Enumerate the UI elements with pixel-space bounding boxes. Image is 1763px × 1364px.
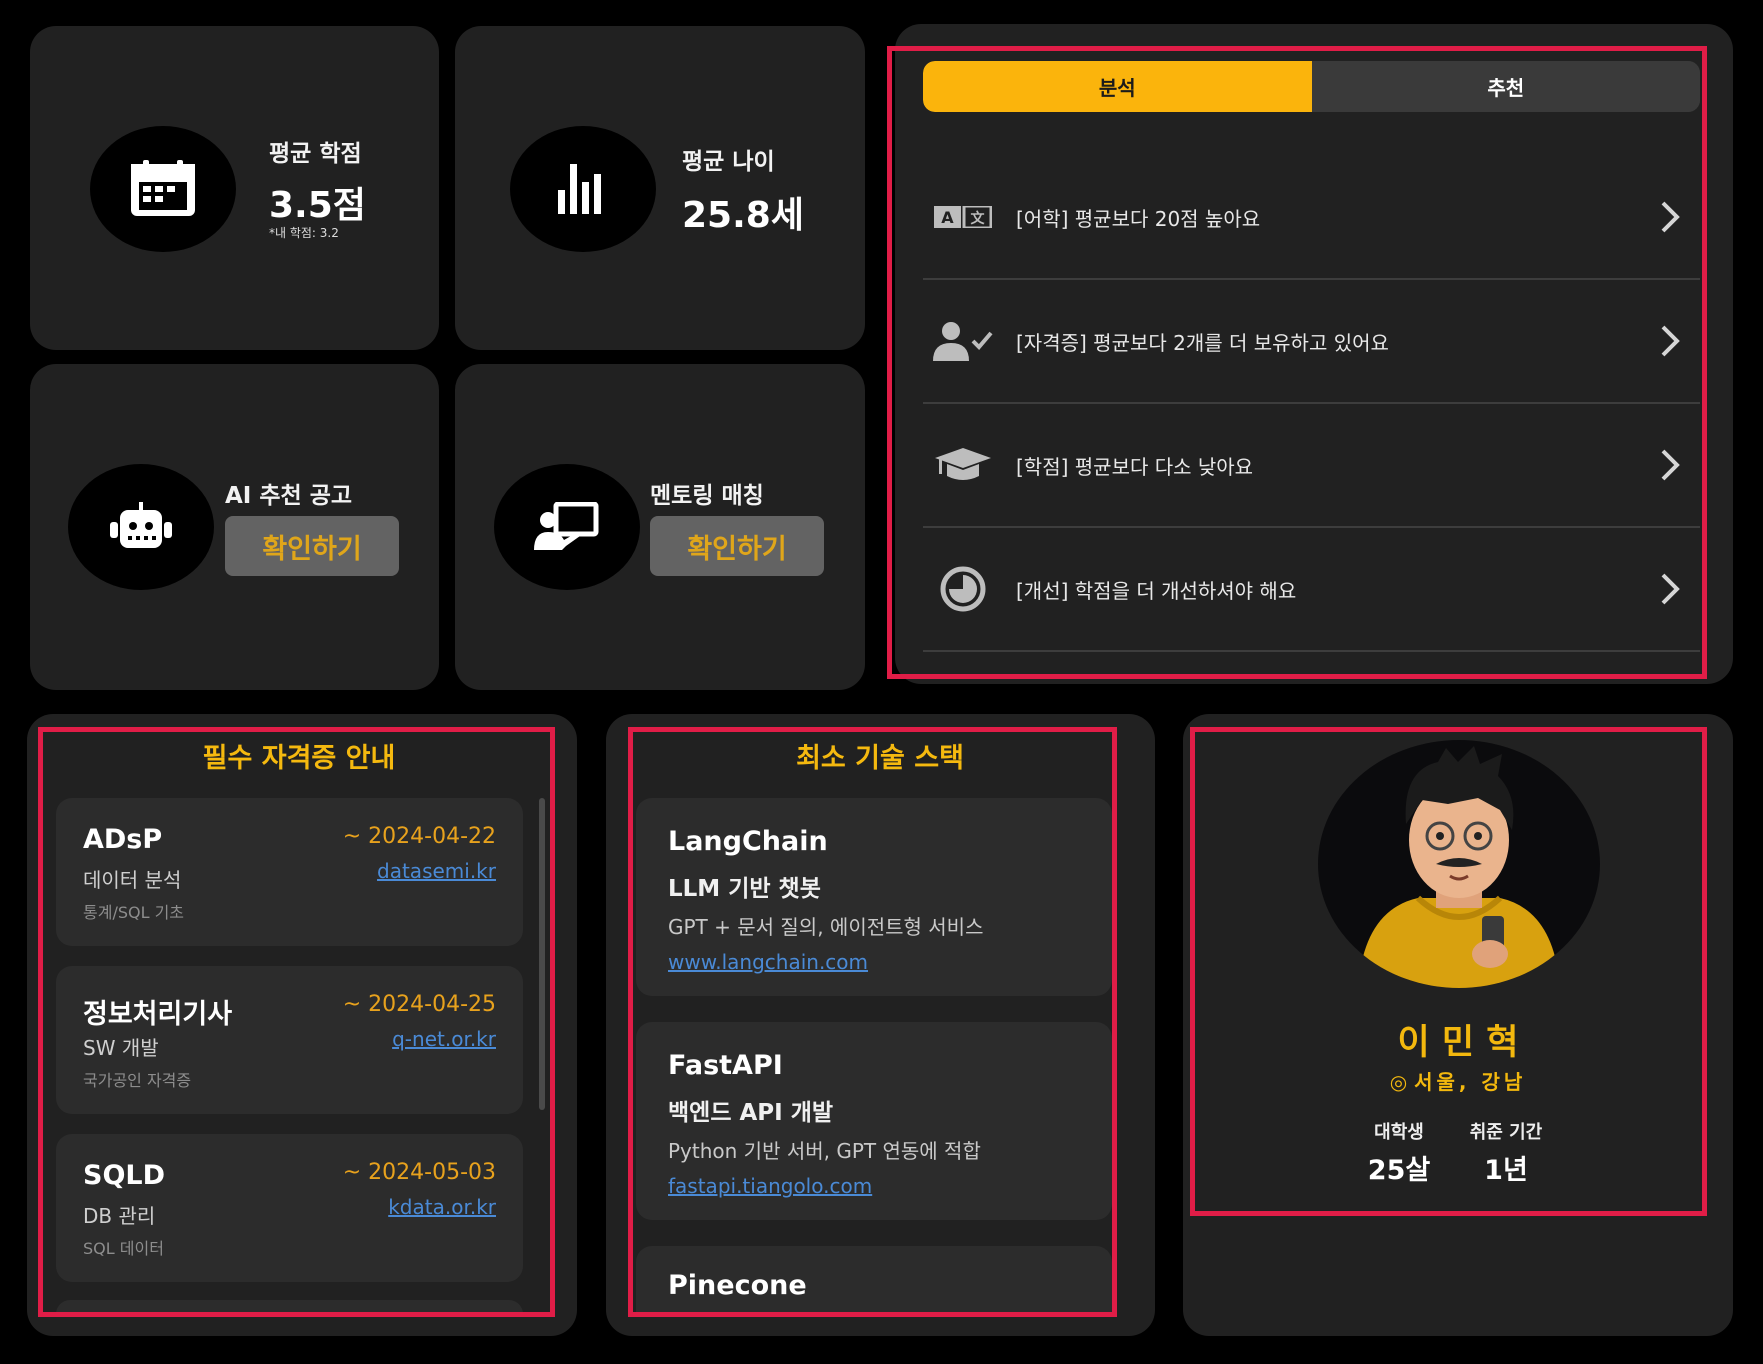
gpa-icon-circle xyxy=(90,126,236,252)
certificate-desc: 국가공인 자격증 xyxy=(83,1071,192,1090)
analysis-item-text: [개선] 학점을 더 개선하셔야 해요 xyxy=(1016,578,1297,603)
chevron-right-icon xyxy=(1661,201,1680,233)
avatar xyxy=(1318,740,1600,988)
profile-stat-jobhunt: 취준 기간 1년 xyxy=(1450,1118,1562,1187)
tech-stack-item[interactable]: FastAPI 백엔드 API 개발 Python 기반 서버, GPT 연동에… xyxy=(636,1022,1112,1220)
certificate-item-partial[interactable] xyxy=(56,1300,523,1314)
certificate-field: 데이터 분석 xyxy=(83,868,182,892)
tech-stack-subtitle: 백엔드 API 개발 xyxy=(668,1100,834,1126)
profile-stat-label: 대학생 xyxy=(1374,1122,1424,1143)
ai-jobs-card: AI 추천 공고 확인하기 xyxy=(30,364,439,690)
graduation-cap-icon xyxy=(935,448,991,480)
gpa-my-score: *내 학점: 3.2 xyxy=(269,226,339,240)
svg-text:文: 文 xyxy=(971,210,986,227)
robot-icon xyxy=(110,502,172,548)
certificate-link[interactable]: datasemi.kr xyxy=(377,859,496,883)
age-value: 25.8세 xyxy=(682,195,804,236)
gpa-title: 평균 학점 xyxy=(269,141,362,167)
language-icon: A 文 xyxy=(934,206,992,228)
ai-jobs-confirm-button[interactable]: 확인하기 xyxy=(225,516,399,576)
certificate-name: ADsP xyxy=(83,824,163,855)
certificate-item[interactable]: 정보처리기사 SW 개발 국가공인 자격증 ~ 2024-04-25 q-net… xyxy=(56,966,523,1114)
certificate-item[interactable]: ADsP 데이터 분석 통계/SQL 기초 ~ 2024-04-22 datas… xyxy=(56,798,523,946)
profile-stat-status: 대학생 25살 xyxy=(1348,1118,1450,1187)
bar-chart-icon xyxy=(558,164,601,214)
certificate-field: SW 개발 xyxy=(83,1036,159,1060)
gpa-value: 3.5점 xyxy=(269,185,366,226)
tech-stack-name: Pinecone xyxy=(668,1270,807,1301)
chevron-right-icon xyxy=(1661,325,1680,357)
certificate-desc: SQL 데이터 xyxy=(83,1239,164,1258)
mentoring-confirm-button[interactable]: 확인하기 xyxy=(650,516,824,576)
tech-stack-link[interactable]: www.langchain.com xyxy=(668,950,868,974)
tech-stack-item[interactable]: LangChain LLM 기반 챗봇 GPT + 문서 질의, 에이전트형 서… xyxy=(636,798,1112,996)
tab-analysis[interactable]: 분석 xyxy=(923,61,1312,112)
certificate-deadline: ~ 2024-04-25 xyxy=(342,992,496,1017)
age-title: 평균 나이 xyxy=(682,149,775,175)
tech-stack-desc: Python 기반 서버, GPT 연동에 적합 xyxy=(668,1139,981,1163)
tech-stack-title: 최소 기술 스택 xyxy=(796,743,964,774)
certificate-name: 정보처리기사 xyxy=(83,999,233,1030)
analysis-tabs: 분석 추천 xyxy=(923,61,1700,112)
certificates-scrollbar[interactable] xyxy=(539,798,545,1110)
profile-location-row: ◎ 서울, 강남 xyxy=(1190,1066,1726,1095)
certificate-item[interactable]: SQLD DB 관리 SQL 데이터 ~ 2024-05-03 kdata.or… xyxy=(56,1134,523,1282)
analysis-item-improvement[interactable]: [개선] 학점을 더 개선하셔야 해요 xyxy=(923,528,1700,652)
certificate-field: DB 관리 xyxy=(83,1204,156,1228)
location-pin-icon: ◎ xyxy=(1389,1070,1408,1094)
calendar-icon xyxy=(131,160,195,216)
tech-stack-desc: GPT + 문서 질의, 에이전트형 서비스 xyxy=(668,915,984,939)
analysis-item-language[interactable]: A 文 [어학] 평균보다 20점 높아요 xyxy=(923,156,1700,280)
profile-stat-value: 1년 xyxy=(1484,1155,1528,1186)
analysis-item-certificate[interactable]: [자격증] 평균보다 2개를 더 보유하고 있어요 xyxy=(923,280,1700,404)
tech-stack-name: FastAPI xyxy=(668,1050,783,1081)
certificates-title: 필수 자격증 안내 xyxy=(202,743,396,774)
tab-recommendation[interactable]: 추천 xyxy=(1311,61,1700,112)
svg-text:A: A xyxy=(941,208,954,227)
mentoring-card: 멘토링 매칭 확인하기 xyxy=(455,364,865,690)
age-icon-circle xyxy=(510,126,656,252)
profile-location: 서울, 강남 xyxy=(1414,1070,1527,1094)
analysis-item-text: [학점] 평균보다 다소 낮아요 xyxy=(1016,454,1254,479)
analysis-item-gpa[interactable]: [학점] 평균보다 다소 낮아요 xyxy=(923,404,1700,528)
profile-stat-label: 취준 기간 xyxy=(1469,1122,1543,1143)
certificate-link[interactable]: q-net.or.kr xyxy=(392,1027,496,1051)
profile-stat-value: 25살 xyxy=(1367,1155,1431,1186)
gpa-card: 평균 학점 3.5점 *내 학점: 3.2 xyxy=(30,26,439,350)
certificate-name: SQLD xyxy=(83,1160,166,1191)
chevron-right-icon xyxy=(1661,449,1680,481)
ai-jobs-title: AI 추천 공고 xyxy=(225,483,353,509)
ai-jobs-icon-circle xyxy=(68,464,214,590)
age-card: 평균 나이 25.8세 xyxy=(455,26,865,350)
tech-stack-subtitle: LLM 기반 챗봇 xyxy=(668,876,821,902)
tech-stack-link[interactable]: fastapi.tiangolo.com xyxy=(668,1174,872,1198)
pie-chart-icon xyxy=(940,566,986,612)
analysis-item-text: [자격증] 평균보다 2개를 더 보유하고 있어요 xyxy=(1016,330,1389,355)
analysis-item-text: [어학] 평균보다 20점 높아요 xyxy=(1016,206,1261,231)
chevron-right-icon xyxy=(1661,573,1680,605)
profile-name: 이 민 혁 xyxy=(1397,1023,1519,1063)
user-check-icon xyxy=(933,322,993,361)
certificate-deadline: ~ 2024-05-03 xyxy=(342,1160,496,1185)
certificate-link[interactable]: kdata.or.kr xyxy=(388,1195,496,1219)
mentoring-title: 멘토링 매칭 xyxy=(650,483,764,509)
certificate-deadline: ~ 2024-04-22 xyxy=(342,824,496,849)
tech-stack-name: LangChain xyxy=(668,826,828,857)
avatar-illustration xyxy=(1358,746,1560,988)
certificate-desc: 통계/SQL 기초 xyxy=(83,903,185,922)
tech-stack-item[interactable]: Pinecone xyxy=(636,1246,1112,1314)
mentoring-board-icon xyxy=(534,502,599,550)
mentoring-icon-circle xyxy=(494,464,640,590)
